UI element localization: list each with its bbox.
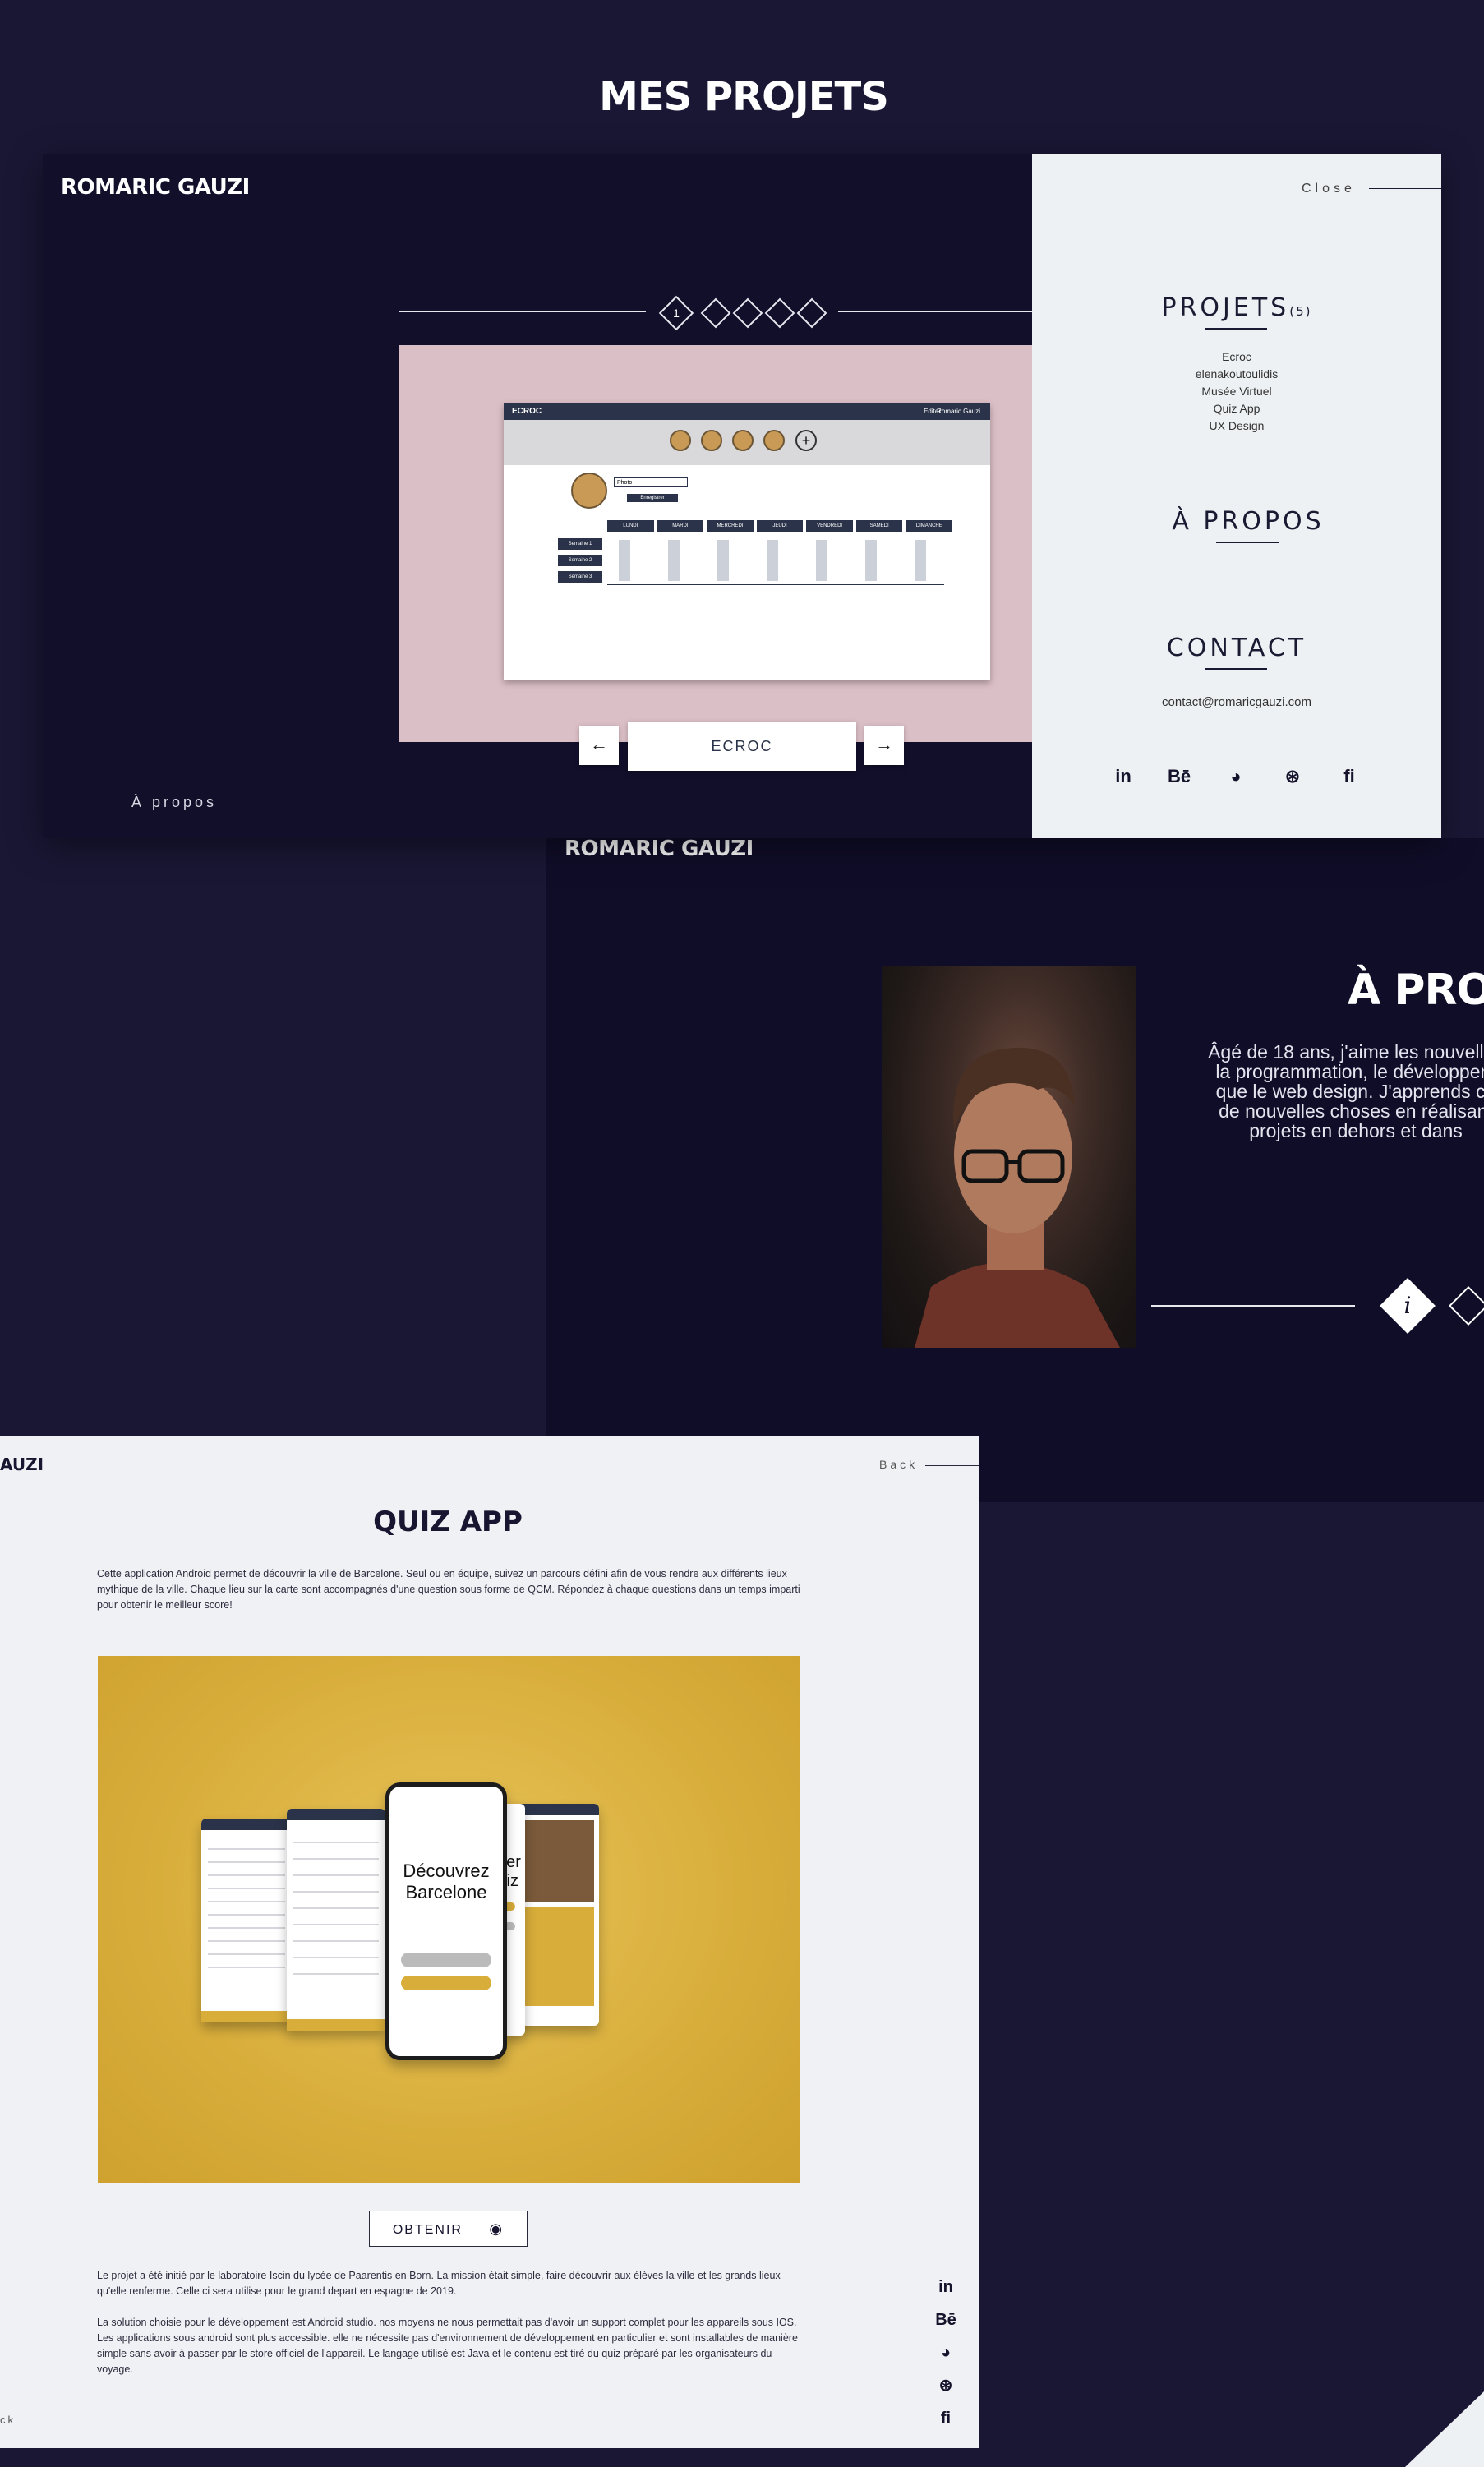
project-paragraph: Le projet a été initié par le laboratoir…: [97, 2270, 781, 2297]
brand-logo[interactable]: ROMARIC GAUZI: [61, 175, 250, 200]
mockup-header: ECROC Editer Romaric Gauzi: [504, 403, 990, 420]
mockup-day-headers: LUNDI MARDI MERCREDI JEUDI VENDREDI SAME…: [607, 520, 953, 532]
mockup-app-name: ECROC: [512, 407, 542, 416]
close-button[interactable]: Close: [1302, 182, 1356, 196]
divider-line: [1369, 188, 1441, 189]
menu-projects-heading[interactable]: PROJETS(5): [1032, 293, 1441, 322]
current-project-button[interactable]: ECROC: [628, 722, 856, 771]
menu-project-link[interactable]: Ecroc: [1032, 348, 1441, 366]
mockup-day: VENDREDI: [806, 520, 853, 532]
phone-screen: Découvrez Barcelone: [385, 1782, 507, 2060]
mockup-link: Romaric Gauzi: [937, 408, 980, 415]
dribbble-icon[interactable]: ⊛: [933, 2373, 958, 2398]
divider-line: [838, 311, 1032, 312]
profile-photo: [882, 966, 1136, 1348]
project-paragraph: La solution choisie pour le développemen…: [97, 2317, 798, 2375]
obtain-label: OBTENIR: [392, 2223, 463, 2237]
avatar: [701, 430, 722, 451]
obtain-button[interactable]: OBTENIR ◉: [369, 2211, 528, 2247]
info-button[interactable]: i: [1380, 1278, 1436, 1334]
mockup-rule: [607, 584, 944, 585]
mockup-day: SAMEDI: [855, 520, 903, 532]
heading-underline: [1205, 328, 1267, 330]
profile-avatar: [571, 473, 607, 509]
next-project-button[interactable]: →: [864, 726, 904, 765]
nav-menu: Close PROJETS(5) Ecroc elenakoutoulidis …: [1032, 154, 1441, 838]
mockup-row-label: Semaine 3: [558, 571, 602, 583]
heading-underline: [1205, 668, 1267, 670]
behance-icon[interactable]: Bē: [933, 2308, 958, 2332]
arrow-right-icon: →: [875, 734, 893, 754]
brand-logo[interactable]: AUZI: [0, 1455, 44, 1474]
menu-about-link[interactable]: À PROPOS: [1044, 507, 1453, 536]
fi-icon[interactable]: fi: [1334, 762, 1364, 791]
mockup-grid: [619, 540, 947, 581]
heading-underline: [1216, 542, 1279, 543]
behance-icon[interactable]: Bē: [1164, 762, 1194, 791]
avatar: [732, 430, 754, 451]
back-link[interactable]: ck: [0, 2414, 16, 2426]
menu-project-link[interactable]: Quiz App: [1032, 400, 1441, 417]
app-mockup: ECROC Editer Romaric Gauzi + Photo Enreg…: [504, 403, 990, 680]
info-icon: i: [1403, 1292, 1412, 1319]
corner-decoration: [1405, 2391, 1484, 2467]
mockup-avatar-strip: +: [504, 420, 990, 465]
phone-screen: [287, 1809, 385, 2031]
github-icon[interactable]: ◕: [933, 2340, 958, 2365]
linkedin-icon[interactable]: in: [933, 2275, 958, 2299]
portrait-illustration: [915, 1047, 1120, 1348]
fi-icon[interactable]: fi: [933, 2406, 958, 2431]
arrow-left-icon: ←: [590, 734, 608, 754]
project-intro: Cette application Android permet de déco…: [97, 1568, 800, 1611]
divider-line: [399, 311, 646, 312]
phone-text: Découvrez Barcelone: [403, 1861, 490, 1902]
mockup-row-label: Semaine 2: [558, 555, 602, 566]
add-icon: +: [795, 430, 817, 451]
page-title: MES PROJETS: [599, 74, 889, 120]
avatar: [763, 430, 785, 451]
mockup-save-button: Enregistrer: [627, 494, 678, 502]
menu-contact-link[interactable]: CONTACT: [1032, 634, 1441, 662]
linkedin-icon[interactable]: in: [1108, 762, 1138, 791]
github-icon[interactable]: ◕: [1221, 762, 1251, 791]
avatar: [670, 430, 691, 451]
mockup-day: MERCREDI: [707, 520, 754, 532]
brand-logo[interactable]: ROMARIC GAUZI: [565, 837, 754, 861]
about-title: À PROPOS: [1348, 966, 1484, 1015]
menu-project-link[interactable]: Musée Virtuel: [1032, 383, 1441, 400]
back-button[interactable]: Back: [879, 1458, 918, 1471]
contact-email[interactable]: contact@romaricgauzi.com: [1032, 694, 1441, 711]
mockup-day: JEUDI: [756, 520, 804, 532]
mockup-day: MARDI: [657, 520, 704, 532]
divider-line: [1151, 1305, 1355, 1307]
menu-project-link[interactable]: elenakoutoulidis: [1032, 366, 1441, 383]
mockup-input: Photo: [614, 477, 688, 487]
project-image: Commencer le Quiz Découvrez Barcelone: [98, 1656, 800, 2183]
about-link[interactable]: À propos: [131, 794, 217, 811]
dribbble-icon[interactable]: ⊛: [1278, 762, 1307, 791]
mockup-day: LUNDI: [607, 520, 654, 532]
menu-projects-label: PROJETS: [1161, 293, 1290, 322]
menu-projects-count: (5): [1289, 304, 1312, 319]
divider-line: [925, 1465, 979, 1466]
prev-project-button[interactable]: ←: [579, 726, 619, 765]
eye-icon: ◉: [489, 2220, 505, 2237]
phone-screen: [201, 1819, 292, 2022]
mockup-day: DIMANCHE: [906, 520, 953, 532]
menu-project-link[interactable]: UX Design: [1032, 417, 1441, 435]
project-title: QUIZ APP: [373, 1506, 523, 1538]
about-text: Âgé de 18 ans, j'aime les nouvelles la p…: [1208, 1041, 1484, 1141]
mockup-row-label: Semaine 1: [558, 538, 602, 550]
carousel-index: 1: [673, 307, 680, 320]
